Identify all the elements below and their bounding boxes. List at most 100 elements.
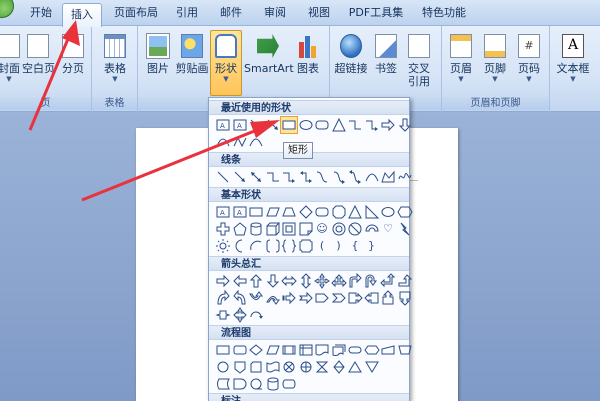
flowchart-preparation-icon[interactable] [363,342,380,358]
left-right-up-arrow-shape-icon[interactable] [330,273,347,289]
bevel-shape-icon[interactable] [281,221,297,237]
flowchart-collate-icon[interactable] [314,359,330,375]
flowchart-direct-access-storage-icon[interactable] [281,376,297,392]
flowchart-multidocument-icon[interactable] [331,342,347,358]
tab-review[interactable]: 审阅 [258,0,292,26]
flowchart-process-icon[interactable] [215,342,231,358]
flowchart-terminator-icon[interactable] [347,342,363,358]
folded-corner-shape-icon[interactable] [298,221,314,237]
notched-right-arrow-shape-icon[interactable] [298,290,314,306]
clip-art-button[interactable]: 剪贴画 [174,34,210,96]
curve-shape-icon[interactable] [364,169,380,185]
hyperlink-button[interactable]: 超链接 [332,34,370,96]
flowchart-off-page-connector-icon[interactable] [232,359,248,375]
cover-button[interactable]: 封面 ▼ [0,34,22,96]
line-shape-icon[interactable] [215,169,231,185]
footer-button[interactable]: 页脚 ▼ [480,34,510,96]
page-number-button[interactable]: # 页码 ▼ [514,34,544,96]
flowchart-predefined-process-icon[interactable] [281,342,297,358]
left-right-arrow-callout-shape-icon[interactable] [215,307,231,323]
triangle-shape-icon[interactable] [347,204,363,220]
curved-connector-shape-icon[interactable] [314,169,330,185]
parallelogram-shape-icon[interactable] [265,204,281,220]
tab-page-layout[interactable]: 页面布局 [110,0,162,26]
quad-arrow-callout-shape-icon[interactable] [232,307,248,323]
up-arrow-callout-shape-icon[interactable] [380,290,396,306]
trapezoid-shape-icon[interactable] [281,204,297,220]
flowchart-connector-icon[interactable] [215,359,231,375]
scribble-shape-icon[interactable] [397,169,413,185]
elbow-connector-shape-icon[interactable] [265,169,281,185]
curve-shape-icon[interactable] [215,134,231,150]
curved-double-arrow-connector-shape-icon[interactable] [347,169,363,185]
office-button-icon[interactable] [0,0,14,18]
octagon-shape-icon[interactable] [331,204,347,220]
flowchart-punched-tape-icon[interactable] [265,359,281,375]
elbow-double-arrow-connector-shape-icon[interactable] [298,169,314,185]
flowchart-or-icon[interactable] [298,359,314,375]
right-arrow-callout-shape-icon[interactable] [347,290,363,306]
shapes-button[interactable]: 形状 ▼ [210,30,242,96]
right-brace-shape-icon[interactable]: } [364,238,380,254]
tab-special-features[interactable]: 特色功能 [414,0,474,26]
flowchart-sort-icon[interactable] [331,359,347,375]
header-button[interactable]: 页眉 ▼ [446,34,476,96]
double-arrow-line-shape-icon[interactable] [248,169,264,185]
cross-reference-button[interactable]: 交叉 引用 [404,34,434,96]
cube-shape-icon[interactable] [265,221,281,237]
bent-up-arrow-shape-icon[interactable] [397,273,413,289]
curve-shape-icon[interactable] [248,134,264,150]
chart-button[interactable]: 图表 [294,34,322,96]
rectangle-shape-icon[interactable] [248,204,264,220]
left-arrow-callout-shape-icon[interactable] [363,290,380,306]
no-symbol-shape-icon[interactable] [347,221,363,237]
donut-shape-icon[interactable] [331,221,347,237]
oval-shape-icon[interactable] [298,117,314,133]
double-bracket-shape-icon[interactable] [265,238,281,254]
left-up-arrow-shape-icon[interactable] [380,273,396,289]
arrow-line-shape-icon[interactable] [265,117,281,133]
oval-shape-icon[interactable] [380,204,396,220]
sun-shape-icon[interactable] [215,238,231,254]
freeform-shape-icon[interactable] [380,169,396,185]
curve-shape-icon[interactable] [232,134,248,150]
blank-page-button[interactable]: 空白页 [22,34,55,96]
flowchart-manual-input-icon[interactable] [380,342,396,358]
chevron-arrow-shape-icon[interactable] [331,290,347,306]
table-button[interactable]: 表格 ▼ [100,34,130,96]
elbow-connector-shape-icon[interactable] [347,117,363,133]
right-triangle-shape-icon[interactable] [364,204,380,220]
moon-shape-icon[interactable] [232,238,248,254]
vertical-text-box-shape-icon[interactable]: A [232,117,248,133]
tab-insert[interactable]: 插入 [62,3,102,27]
curved-up-arrow-shape-icon[interactable] [248,290,264,306]
striped-right-arrow-shape-icon[interactable] [281,290,297,306]
curved-down-arrow-shape-icon[interactable] [265,290,281,306]
curved-right-arrow-shape-icon[interactable] [215,290,231,306]
quad-arrow-shape-icon[interactable] [314,273,330,289]
text-box-button[interactable]: A 文本框 ▼ [554,34,592,96]
cross-shape-icon[interactable] [215,221,231,237]
flowchart-extract-icon[interactable] [347,359,363,375]
pentagon-shape-icon[interactable] [232,221,248,237]
down-arrow-shape-icon[interactable] [265,273,281,289]
flowchart-summing-junction-icon[interactable] [281,359,297,375]
tab-references[interactable]: 引用 [170,0,204,26]
page-break-button[interactable]: 分页 [58,34,88,96]
left-brace-shape-icon[interactable]: { [347,238,363,254]
flowchart-magnetic-disk-icon[interactable] [265,376,281,392]
flowchart-card-icon[interactable] [248,359,264,375]
smartart-button[interactable]: SmartArt [244,34,294,96]
rectangle-shape-icon[interactable] [280,116,298,134]
bent-arrow-shape-icon[interactable] [347,273,363,289]
can-shape-icon[interactable] [248,221,264,237]
circular-arrow-shape-icon[interactable] [248,307,264,323]
vertical-text-box-shape-icon[interactable]: A [232,204,248,220]
down-arrow-shape-icon[interactable] [397,117,413,133]
right-arrow-shape-icon[interactable] [215,273,231,289]
rounded-rectangle-shape-icon[interactable] [314,204,330,220]
flowchart-document-icon[interactable] [314,342,330,358]
tab-pdf-tools[interactable]: PDF工具集 [346,0,406,26]
flowchart-stored-data-icon[interactable] [215,376,231,392]
flowchart-manual-operation-icon[interactable] [397,342,413,358]
